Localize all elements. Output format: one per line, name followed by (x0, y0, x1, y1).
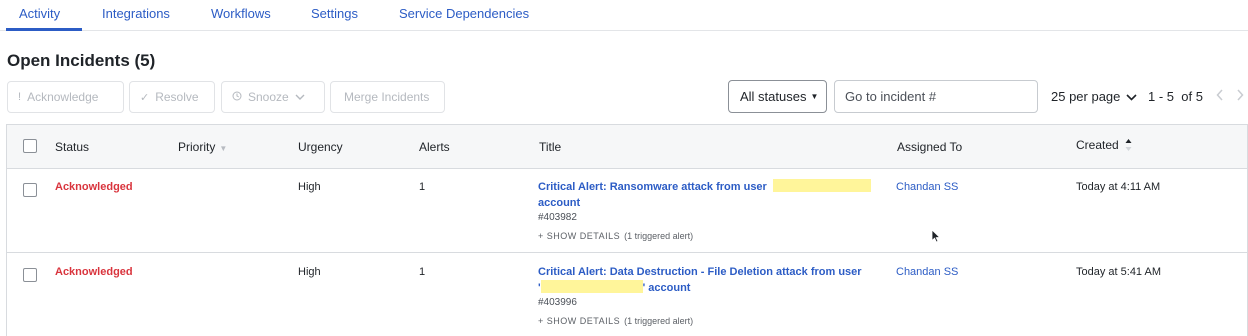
incident-title-line2-suffix: ' account (642, 282, 691, 294)
status-filter-select[interactable]: All statuses ▼ (728, 80, 827, 113)
page-title: Open Incidents (5) (7, 51, 156, 70)
created-time: Today at 5:41 AM (1076, 266, 1161, 278)
resolve-label: Resolve (155, 90, 199, 104)
assignee-link[interactable]: Chandan SS (896, 266, 958, 278)
header-priority-label: Priority (178, 140, 216, 154)
acknowledge-label: Acknowledge (27, 90, 99, 104)
header-status[interactable]: Status (55, 140, 89, 154)
incident-number: #403982 (538, 212, 577, 223)
incident-title-link[interactable]: Critical Alert: Data Destruction - File … (538, 264, 888, 296)
show-details-toggle[interactable]: + SHOW DETAILS (1 triggered alert) (538, 231, 693, 241)
chevron-left-icon[interactable] (1216, 88, 1224, 104)
tab-workflows[interactable]: Workflows (211, 6, 271, 21)
redaction-box (772, 179, 871, 192)
show-details-label: + SHOW DETAILS (538, 231, 621, 241)
clock-icon (232, 91, 242, 104)
triggered-alert-count: (1 triggered alert) (624, 316, 694, 326)
tab-integrations[interactable]: Integrations (102, 6, 170, 21)
nav-tabs: Activity Integrations Workflows Settings… (0, 0, 1248, 31)
merge-incidents-label: Merge Incidents (344, 90, 430, 104)
resolve-button[interactable]: ✓ Resolve (129, 81, 215, 113)
show-details-toggle[interactable]: + SHOW DETAILS (1 triggered alert) (538, 316, 693, 326)
created-time: Today at 4:11 AM (1076, 181, 1161, 193)
snooze-button[interactable]: Snooze (221, 81, 325, 113)
assignee-link[interactable]: Chandan SS (896, 181, 958, 193)
alerts-count: 1 (419, 266, 426, 278)
merge-incidents-button[interactable]: Merge Incidents (330, 81, 445, 113)
check-icon: ✓ (140, 91, 150, 104)
alerts-count: 1 (419, 181, 426, 193)
tab-settings[interactable]: Settings (311, 6, 358, 21)
incident-title-line1: Critical Alert: Data Destruction - File … (538, 266, 862, 278)
incident-title-line2: account (538, 197, 581, 209)
header-alerts[interactable]: Alerts (419, 140, 450, 154)
snooze-label: Snooze (248, 90, 289, 104)
incident-title-link[interactable]: Critical Alert: Ransomware attack from u… (538, 179, 878, 211)
redaction-box (540, 280, 643, 293)
header-assigned-to[interactable]: Assigned To (897, 140, 962, 154)
caret-down-icon: ▼ (810, 92, 819, 101)
urgency-value: High (298, 266, 321, 278)
table-row[interactable]: Acknowledged High 1 Critical Alert: Rans… (7, 169, 1247, 253)
chevron-down-icon (295, 90, 305, 104)
incidents-table: Status Priority ▼ Urgency Alerts Title As… (6, 124, 1248, 336)
mouse-cursor-icon (931, 229, 941, 243)
triggered-alert-count: (1 triggered alert) (624, 231, 694, 241)
table-header: Status Priority ▼ Urgency Alerts Title As… (7, 125, 1247, 169)
active-tab-indicator (6, 28, 82, 31)
per-page-value: 25 per page (1051, 89, 1121, 104)
tab-service-dependencies[interactable]: Service Dependencies (399, 6, 529, 21)
header-created[interactable]: Created (1076, 138, 1132, 152)
acknowledge-button[interactable]: ! Acknowledge (7, 81, 124, 113)
status-badge: Acknowledged (55, 181, 133, 193)
status-badge: Acknowledged (55, 266, 133, 278)
header-title[interactable]: Title (539, 140, 561, 154)
per-page-select[interactable]: 25 per page (1051, 89, 1137, 104)
tab-activity[interactable]: Activity (19, 6, 60, 21)
row-checkbox[interactable] (23, 268, 37, 282)
urgency-value: High (298, 181, 321, 193)
incident-title-line1: Critical Alert: Ransomware attack from u… (538, 181, 767, 193)
sort-down-icon: ▼ (219, 144, 228, 153)
exclamation-icon: ! (18, 91, 22, 103)
pagination-info: 1 - 5 of 5 (1148, 89, 1203, 104)
show-details-label: + SHOW DETAILS (538, 316, 621, 326)
chevron-down-icon (1126, 90, 1137, 104)
header-priority[interactable]: Priority ▼ (178, 140, 227, 154)
row-checkbox[interactable] (23, 183, 37, 197)
status-filter-value: All statuses (740, 89, 807, 104)
chevron-right-icon[interactable] (1236, 88, 1244, 104)
sort-ascending-icon (1125, 138, 1132, 152)
table-row[interactable]: Acknowledged High 1 Critical Alert: Data… (7, 254, 1247, 336)
header-urgency[interactable]: Urgency (298, 140, 343, 154)
incident-number: #403996 (538, 297, 577, 308)
select-all-checkbox[interactable] (23, 139, 37, 153)
go-to-incident-input[interactable] (834, 80, 1038, 113)
header-created-label: Created (1076, 138, 1119, 152)
